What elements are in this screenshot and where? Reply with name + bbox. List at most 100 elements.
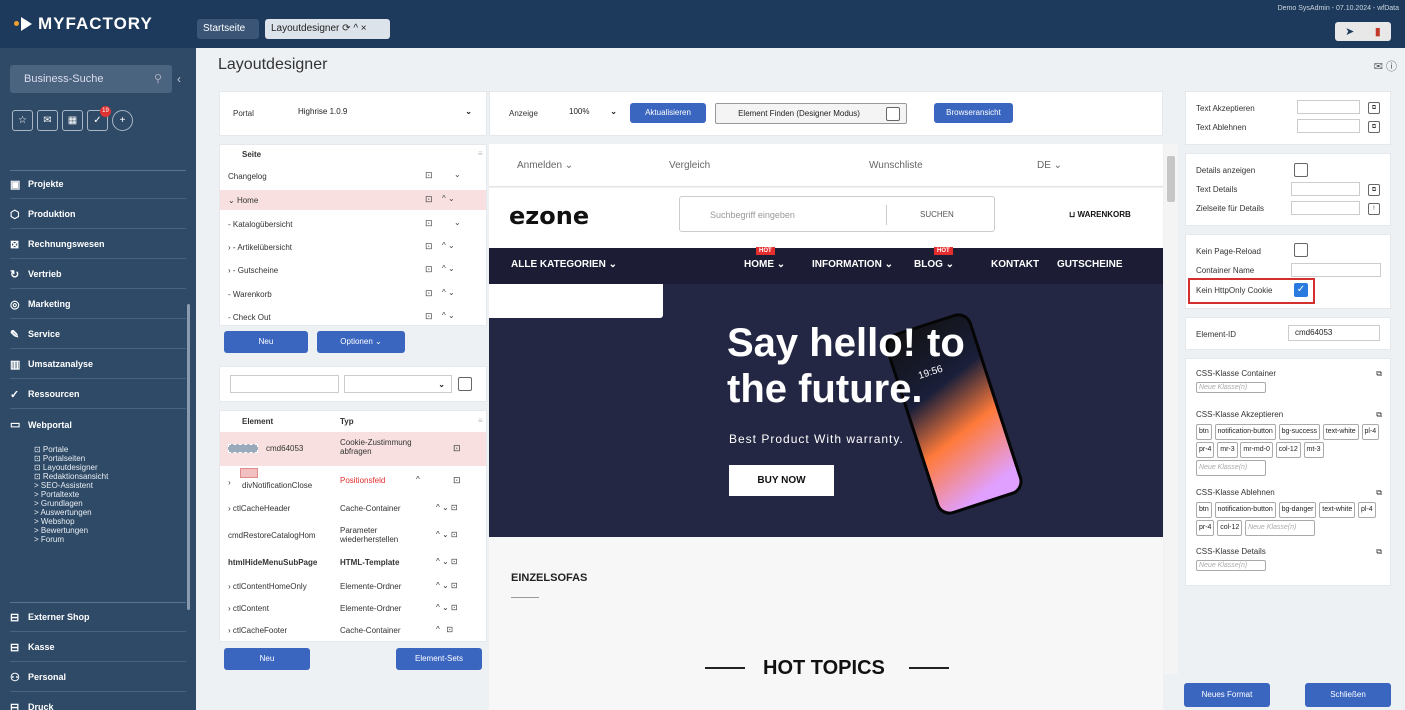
css-container-input[interactable]: Neue Klasse(n) <box>1196 382 1266 393</box>
page-icon[interactable]: ⊡ <box>425 218 433 229</box>
details-show-checkbox[interactable] <box>1294 163 1308 177</box>
sub-auswertungen[interactable]: > Auswertungen <box>34 508 92 517</box>
page-icon[interactable]: ⊡ <box>453 475 461 486</box>
search-icon[interactable]: ⚲ <box>154 65 162 93</box>
nav-projekte[interactable]: ▣ Projekte <box>10 170 186 199</box>
target-details-input[interactable] <box>1291 201 1360 215</box>
options-button[interactable]: Optionen ⌄ <box>317 331 405 353</box>
chevron-up-down-icon[interactable]: ^ ⌄ ⊡ <box>436 603 458 612</box>
nav-marketing[interactable]: ◎ Marketing <box>10 290 186 319</box>
sidebar-scrollbar[interactable] <box>187 304 190 610</box>
business-search[interactable]: Business-Suche ⚲ <box>10 65 172 93</box>
sub-layoutdesigner[interactable]: ⊡ Layoutdesigner <box>34 463 98 472</box>
zoom-select[interactable]: 100% ⌄ <box>563 103 623 123</box>
browser-view-button[interactable]: Browseransicht <box>934 103 1013 123</box>
tab-layoutdesigner[interactable]: Layoutdesigner ⟳ ^ × <box>265 19 390 39</box>
nav-all-categories[interactable]: ALLE KATEGORIEN ⌄ <box>511 259 617 270</box>
chevron-up-down-icon[interactable]: ^ ⌄ ⊡ <box>436 581 458 590</box>
table-row[interactable]: › ctlContent Elemente-Ordner ^ ⌄ ⊡ <box>220 598 486 618</box>
add-icon[interactable]: + <box>112 110 133 131</box>
find-element-button[interactable]: Element Finden (Designer Modus) <box>715 103 907 124</box>
mail-icon[interactable]: ✉ <box>37 110 58 131</box>
table-row-selected[interactable]: cmd64053 Cookie-Zustimmung abfragen ⊡ <box>220 432 486 466</box>
chevron-up-down-icon[interactable]: ^ ⌄ <box>442 194 455 203</box>
expand-icon[interactable]: › <box>228 478 231 487</box>
filter-checkbox[interactable] <box>458 377 472 391</box>
tab-startseite[interactable]: Startseite <box>197 19 259 39</box>
chevron-down-icon[interactable]: ⌄ <box>454 170 461 179</box>
page-icon[interactable]: ⊡ <box>425 264 433 275</box>
nav-kontakt[interactable]: KONTAKT <box>991 259 1039 270</box>
text-details-input[interactable] <box>1291 182 1360 196</box>
css-class-pill[interactable]: notification-button <box>1214 424 1276 440</box>
refresh-button[interactable]: Aktualisieren <box>630 103 706 123</box>
element-sets-button[interactable]: Element-Sets <box>396 648 482 670</box>
tree-row[interactable]: - Check Out ⊡ ^ ⌄ <box>220 307 486 327</box>
css-class-pill[interactable]: notification-button <box>1214 502 1276 518</box>
element-id-input[interactable]: cmd64053 <box>1288 325 1380 341</box>
nav-rechnungswesen[interactable]: ⊠ Rechnungswesen <box>10 230 186 259</box>
css-class-pill[interactable]: mt-3 <box>1303 442 1324 458</box>
nav-druck[interactable]: ⊟ Druck <box>10 693 186 710</box>
site-search[interactable]: Suchbegriff eingeben SUCHEN <box>679 196 995 232</box>
site-compare[interactable]: Vergleich <box>669 160 710 171</box>
nav-vertrieb[interactable]: ↻ Vertrieb <box>10 260 186 289</box>
scrollbar-thumb[interactable] <box>1167 156 1175 202</box>
sub-portaltexte[interactable]: > Portaltexte <box>34 490 79 499</box>
chevron-down-icon[interactable]: ⌄ <box>454 218 461 227</box>
nav-webportal[interactable]: ▭ Webportal <box>10 410 186 439</box>
nav-gutscheine[interactable]: GUTSCHEINE <box>1057 259 1123 270</box>
star-icon[interactable]: ☆ <box>12 110 33 131</box>
chevron-up-down-icon[interactable]: ^ ⌄ <box>442 264 455 273</box>
copy-icon[interactable]: ⧉ <box>1376 409 1382 421</box>
nav-service[interactable]: ✎ Service <box>10 320 186 349</box>
chevron-up-down-icon[interactable]: ^ ⌄ <box>442 288 455 297</box>
table-row[interactable]: › ctlContentHomeOnly Elemente-Ordner ^ ⌄… <box>220 576 486 596</box>
site-login[interactable]: Anmelden ⌄ <box>517 160 573 171</box>
page-icon[interactable]: ⊡ <box>425 241 433 252</box>
table-row[interactable]: htmlHideMenuSubPage HTML-Template ^ ⌄ ⊡ <box>220 552 486 572</box>
site-logo[interactable]: ezone <box>509 202 589 230</box>
chevron-up-down-icon[interactable]: ^ ⌄ <box>442 241 455 250</box>
new-page-button[interactable]: Neu <box>224 331 308 353</box>
page-icon[interactable]: ⊡ <box>453 443 461 454</box>
tree-row[interactable]: › - Artikelübersicht ⊡ ^ ⌄ <box>220 237 486 257</box>
portal-select[interactable]: Highrise 1.0.9 ⌄ <box>292 103 478 123</box>
site-wishlist[interactable]: Wunschliste <box>869 160 923 171</box>
filter-select[interactable]: ⌄ <box>344 375 452 393</box>
sub-seo[interactable]: > SEO-Assistent <box>34 481 93 490</box>
nav-kasse[interactable]: ⊟ Kasse <box>10 633 186 662</box>
css-class-pill[interactable]: col-12 <box>1275 442 1301 458</box>
menu-icon[interactable]: ≡ <box>478 416 483 425</box>
tree-row[interactable]: - Katalogübersicht ⊡ ⌄ <box>220 214 486 234</box>
css-class-pill[interactable]: pl-4 <box>1358 502 1376 518</box>
sub-grundlagen[interactable]: > Grundlagen <box>34 499 83 508</box>
nav-externer-shop[interactable]: ⊟ Externer Shop <box>10 603 186 632</box>
css-class-pill[interactable]: col-12 <box>1217 520 1243 536</box>
sub-redaktionsansicht[interactable]: ⊡ Redaktionsansicht <box>34 472 108 481</box>
chevron-up-down-icon[interactable]: ^ ⌄ ⊡ <box>436 503 458 512</box>
sub-bewertungen[interactable]: > Bewertungen <box>34 526 88 535</box>
page-icon[interactable]: ⊡ <box>425 194 433 205</box>
tree-row[interactable]: Changelog ⊡ ⌄ <box>220 166 486 186</box>
css-class-pill[interactable]: text-white <box>1319 502 1356 518</box>
chevron-up-icon[interactable]: ^ ⊡ <box>436 625 453 634</box>
css-class-pill[interactable]: pr-4 <box>1196 442 1215 458</box>
nav-produktion[interactable]: ⬡ Produktion <box>10 200 186 229</box>
sub-portalseiten[interactable]: ⊡ Portalseiten <box>34 454 85 463</box>
nav-personal[interactable]: ⚇ Personal <box>10 663 186 692</box>
css-class-pill[interactable]: pr-4 <box>1196 520 1215 536</box>
nav-information[interactable]: INFORMATION ⌄ <box>812 259 893 270</box>
page-icon[interactable]: ⊡ <box>425 311 433 322</box>
user-icon[interactable]: ▮ <box>1375 25 1381 38</box>
sub-forum[interactable]: > Forum <box>34 535 64 544</box>
preview-scrollbar[interactable] <box>1164 144 1178 674</box>
site-cart[interactable]: ⊔ WARENKORB <box>1069 210 1131 219</box>
translate-icon[interactable]: ⧉ <box>1368 184 1380 196</box>
nav-umsatzanalyse[interactable]: ▥ Umsatzanalyse <box>10 350 186 379</box>
css-class-pill[interactable]: text-white <box>1322 424 1359 440</box>
css-accept-input[interactable]: Neue Klasse(n) <box>1196 460 1266 476</box>
chevron-up-down-icon[interactable]: ^ ⌄ <box>442 311 455 320</box>
table-row[interactable]: › ctlCacheHeader Cache-Container ^ ⌄ ⊡ <box>220 498 486 520</box>
nav-ressourcen[interactable]: ✓ Ressourcen <box>10 380 186 409</box>
